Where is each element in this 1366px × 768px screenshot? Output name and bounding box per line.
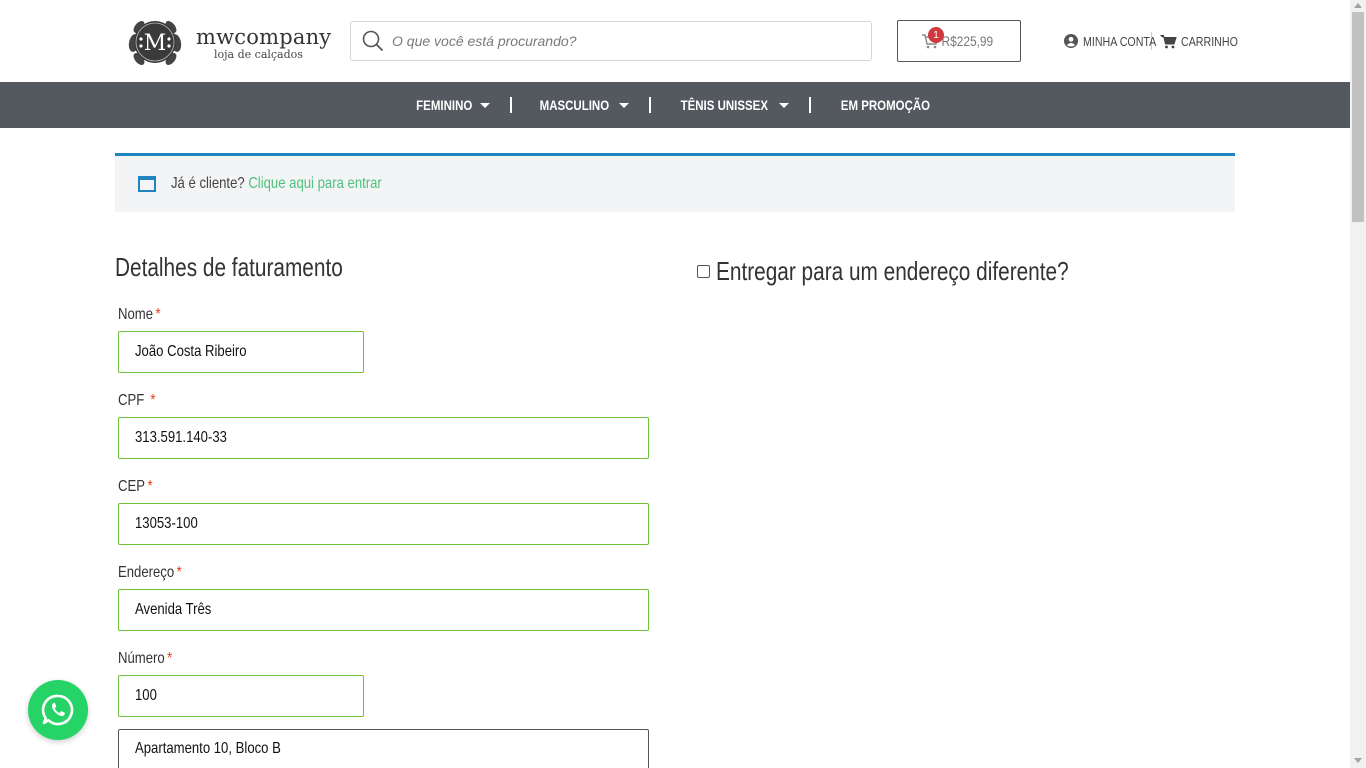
my-account-label: MINHA CONTA [1083,33,1157,49]
header-links: MINHA CONTA CARRINHO [1064,31,1241,51]
cart-link[interactable]: CARRINHO [1160,34,1241,49]
ship-different-label: Entregar para um endereço diferente? [716,256,1069,286]
logo-letter: M [144,31,167,56]
nav-item-em-promocao[interactable]: EM PROMOÇÃO [811,82,960,128]
page-scrollbar[interactable] [1350,0,1366,768]
cart-label: CARRINHO [1181,33,1238,49]
nav-item-feminino[interactable]: FEMININO [390,82,510,128]
nav-item-tenis-unissex[interactable]: TÊNIS UNISSEX [651,82,810,128]
search-icon[interactable] [362,30,384,52]
cpf-field[interactable]: 313.591.140-33 [118,417,649,459]
cart-total-amount: R$225,99 [941,33,993,49]
numero-value: 100 [135,687,157,704]
my-account-link[interactable]: MINHA CONTA [1064,33,1157,49]
ship-different-checkbox[interactable] [697,265,710,278]
main-nav: FEMININO MASCULINO TÊNIS UNISSEX EM PROM… [0,82,1350,128]
cep-label: CEP * [118,478,153,495]
complemento-field[interactable]: Apartamento 10, Bloco B [118,729,649,768]
cep-value: 13053-100 [135,515,198,532]
logo-name: mwcompany [196,24,332,49]
required-marker: * [167,650,173,667]
login-notice: Já é cliente? Clique aqui para entrar [115,153,1235,212]
cpf-label: CPF * [118,392,156,409]
logo-badge-icon: M [122,13,188,73]
scroll-up-icon[interactable] [1354,3,1362,8]
cart-count-badge: 1 [928,27,944,43]
whatsapp-button[interactable] [28,680,88,740]
endereco-value: Avenida Três [135,601,212,618]
numero-label: Número * [118,650,173,667]
nome-label: Nome * [118,306,161,323]
whatsapp-icon [41,694,74,726]
scroll-down-icon[interactable] [1354,758,1362,763]
user-circle-icon [1064,34,1078,48]
logo-subtitle: loja de calçados [214,47,303,61]
billing-title: Detalhes de faturamento [115,252,343,282]
search-input[interactable] [392,23,871,59]
site-header: M mwcompany loja de calçados R$225,99 1 [0,0,1350,82]
nav-item-masculino[interactable]: MASCULINO [512,82,649,128]
cart-total-button[interactable]: R$225,99 [897,20,1021,62]
logo[interactable]: M mwcompany loja de calçados [122,13,332,73]
endereco-label: Endereço * [118,564,182,581]
required-marker: * [176,564,182,581]
login-link[interactable]: Clique aqui para entrar [248,175,381,192]
nome-field[interactable]: João Costa Ribeiro [118,331,364,373]
window-icon [138,176,156,192]
nav-item-label: EM PROMOÇÃO [841,97,931,113]
cpf-value: 313.591.140-33 [135,429,227,446]
nav-item-label: TÊNIS UNISSEX [680,97,768,113]
endereco-field[interactable]: Avenida Três [118,589,649,631]
nav-item-label: MASCULINO [539,97,610,113]
complemento-value: Apartamento 10, Bloco B [135,740,281,757]
chevron-down-icon [618,102,629,108]
chevron-down-icon [779,102,790,108]
nav-item-label: FEMININO [415,97,472,113]
numero-field[interactable]: 100 [118,675,364,717]
nome-value: João Costa Ribeiro [135,343,247,360]
ship-to-different-address[interactable]: Entregar para um endereço diferente? [697,256,1157,287]
scroll-thumb[interactable] [1352,12,1364,222]
required-marker: * [155,306,161,323]
required-marker: * [150,392,156,409]
chevron-down-icon [480,102,491,108]
cart-icon [1160,34,1177,48]
search-bar [350,21,872,61]
cep-field[interactable]: 13053-100 [118,503,649,545]
required-marker: * [147,478,153,495]
notice-text: Já é cliente? [171,175,245,192]
